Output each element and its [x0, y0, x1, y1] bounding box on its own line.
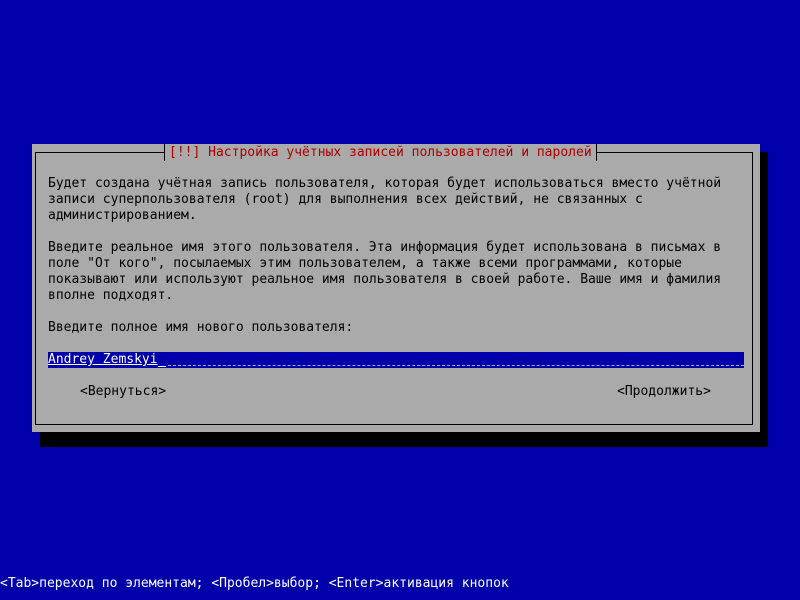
full-name-prompt: Введите полное имя нового пользователя:: [48, 320, 354, 335]
user-setup-dialog: [!!] Настройка учётных записей пользоват…: [32, 144, 760, 432]
dialog-title: [!!] Настройка учётных записей пользоват…: [164, 144, 597, 161]
full-name-value: Andrey Zemskyi: [48, 352, 158, 367]
dialog-body: Будет создана учётная запись пользовател…: [48, 176, 748, 336]
full-name-input[interactable]: Andrey Zemskyi: [48, 352, 744, 368]
text-cursor: [157, 352, 166, 367]
keyboard-help-bar: <Tab>переход по элементам; <Пробел>выбор…: [0, 576, 509, 591]
back-button[interactable]: <Вернуться>: [80, 384, 166, 400]
description-paragraph-2: Введите реальное имя этого пользователя.…: [48, 240, 722, 303]
installer-screen: [!!] Настройка учётных записей пользоват…: [0, 0, 800, 600]
input-fill-line: [168, 365, 744, 366]
continue-button[interactable]: <Продолжить>: [617, 384, 711, 400]
description-paragraph-1: Будет создана учётная запись пользовател…: [48, 176, 722, 223]
